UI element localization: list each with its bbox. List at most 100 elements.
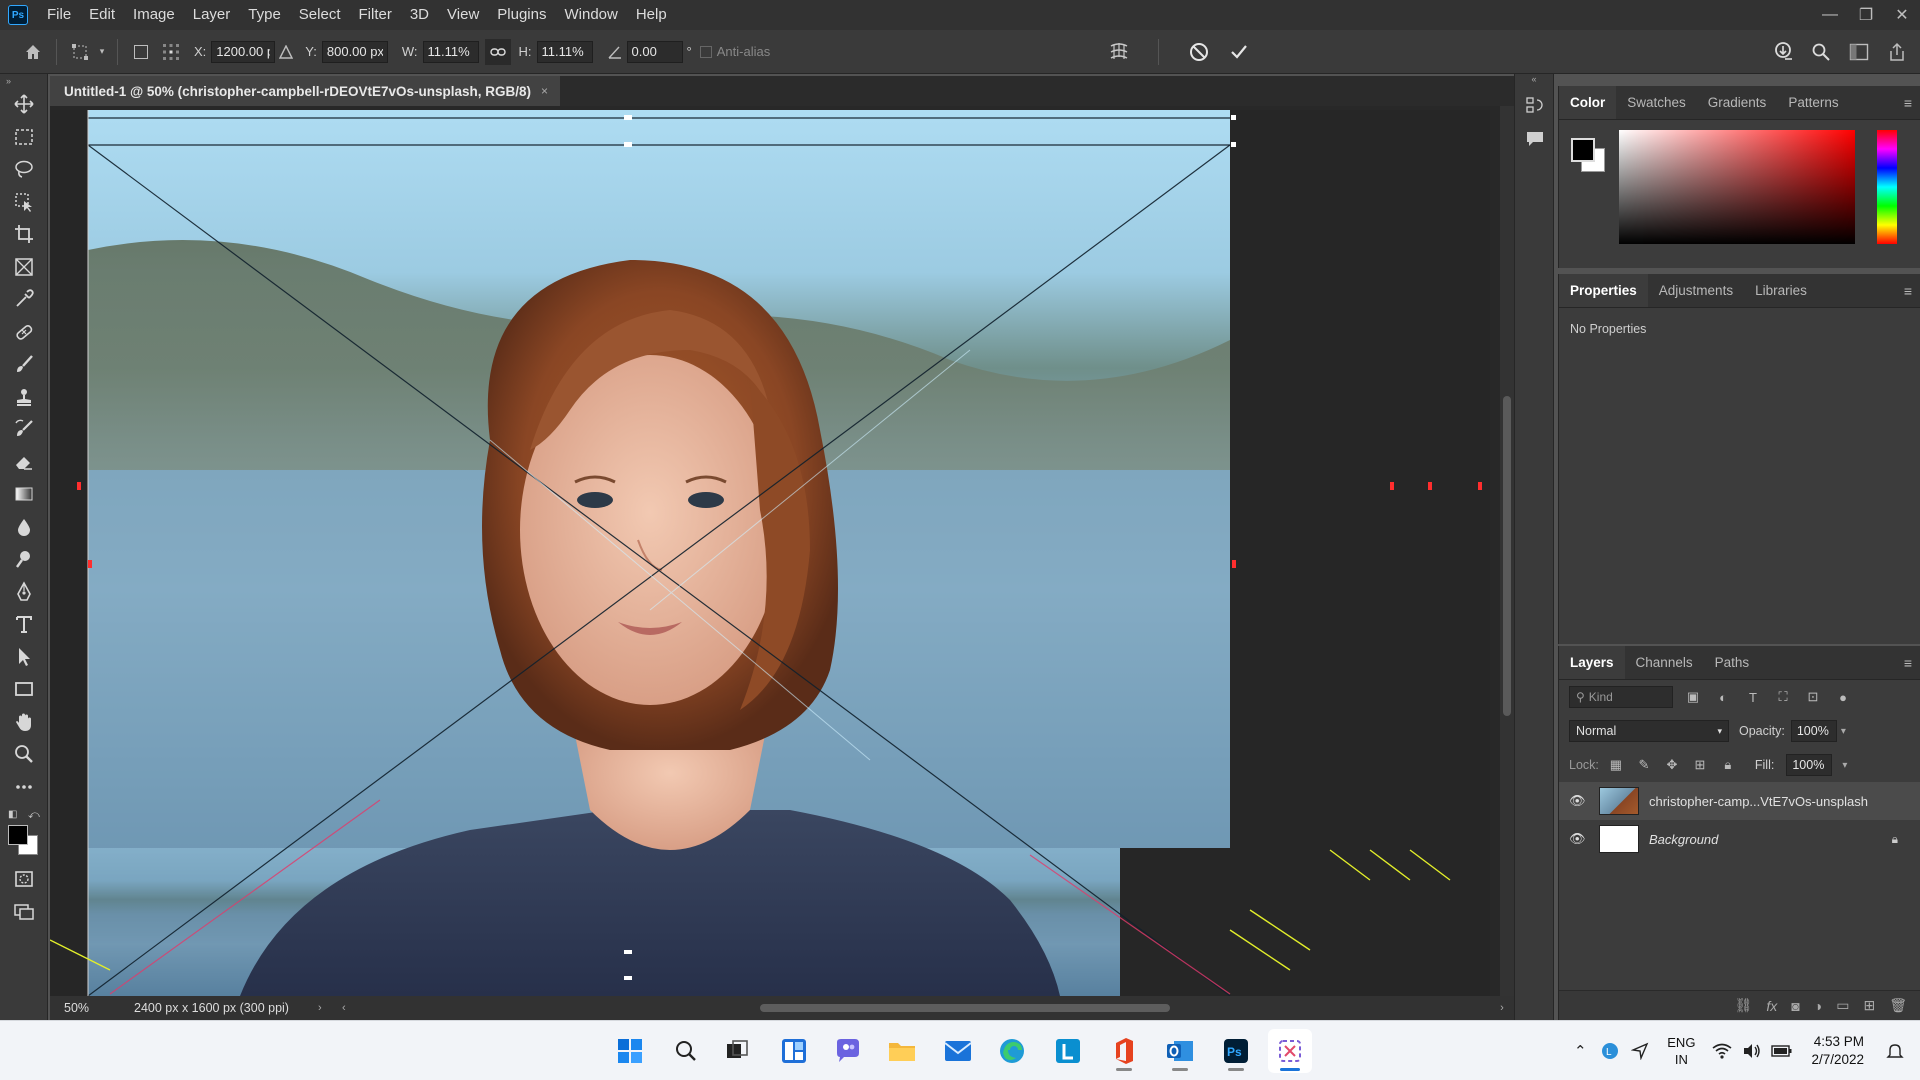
crop-tool-icon[interactable]	[0, 218, 48, 251]
menu-plugins[interactable]: Plugins	[488, 0, 555, 30]
opacity-field[interactable]: 100%	[1790, 720, 1837, 742]
menu-file[interactable]: File	[38, 0, 80, 30]
gradient-tool-icon[interactable]	[0, 478, 48, 511]
menu-image[interactable]: Image	[124, 0, 184, 30]
layer-name[interactable]: christopher-camp...VtE7vOs-unsplash	[1649, 794, 1868, 809]
menu-help[interactable]: Help	[627, 0, 676, 30]
menu-3d[interactable]: 3D	[401, 0, 438, 30]
menu-select[interactable]: Select	[290, 0, 350, 30]
adjustment-layer-icon[interactable]: ◑	[1814, 998, 1822, 1014]
filter-adjustment-icon[interactable]: ◐	[1713, 687, 1733, 707]
tab-adjustments[interactable]: Adjustments	[1648, 274, 1744, 307]
chat-icon[interactable]	[826, 1029, 870, 1073]
snipping-tool-icon[interactable]	[1268, 1029, 1312, 1073]
frame-tool-icon[interactable]	[0, 251, 48, 284]
chevron-up-icon[interactable]: ⌃	[1565, 1042, 1595, 1060]
commit-transform-icon[interactable]	[1224, 37, 1254, 67]
filter-type-icon[interactable]: T	[1743, 687, 1763, 707]
lock-transparent-icon[interactable]: ▦	[1605, 755, 1627, 775]
pen-tool-icon[interactable]	[0, 576, 48, 609]
canvas-photo[interactable]	[50, 110, 1490, 996]
workspace-icon[interactable]	[1844, 37, 1874, 67]
tab-patterns[interactable]: Patterns	[1777, 86, 1849, 119]
app-l-icon[interactable]	[1046, 1029, 1090, 1073]
brush-tool-icon[interactable]	[0, 348, 48, 381]
path-selection-tool-icon[interactable]	[0, 641, 48, 674]
cancel-transform-icon[interactable]	[1184, 37, 1214, 67]
type-tool-icon[interactable]	[0, 608, 48, 641]
quick-mask-icon[interactable]	[0, 863, 48, 896]
scroll-right-icon[interactable]: ›	[1490, 1002, 1514, 1014]
chevron-down-icon[interactable]: ▾	[1842, 760, 1847, 771]
vertical-scroll-thumb[interactable]	[1503, 396, 1511, 716]
tab-libraries[interactable]: Libraries	[1744, 274, 1818, 307]
file-explorer-icon[interactable]	[880, 1029, 924, 1073]
panel-menu-icon[interactable]: ≡	[1904, 86, 1912, 120]
vertical-scrollbar[interactable]	[1500, 106, 1514, 996]
search-icon[interactable]	[1806, 37, 1836, 67]
tab-swatches[interactable]: Swatches	[1616, 86, 1697, 119]
hand-tool-icon[interactable]	[0, 706, 48, 739]
search-icon[interactable]	[664, 1029, 708, 1073]
swap-colors-icon[interactable]: ⤺	[28, 809, 40, 822]
rectangle-tool-icon[interactable]	[0, 673, 48, 706]
history-panel-icon[interactable]	[1515, 88, 1555, 122]
input-language[interactable]: ENG IN	[1667, 1034, 1695, 1068]
onedrive-icon[interactable]: L	[1595, 1042, 1625, 1060]
lock-image-icon[interactable]: ✎	[1633, 755, 1655, 775]
layer-row[interactable]: 👁︎ christopher-camp...VtE7vOs-unsplash	[1559, 782, 1920, 820]
outlook-icon[interactable]	[1158, 1029, 1202, 1073]
new-group-icon[interactable]: ▭	[1836, 997, 1849, 1014]
filter-smart-object-icon[interactable]: ⊡	[1803, 687, 1823, 707]
battery-icon[interactable]	[1767, 1044, 1797, 1058]
visibility-eye-icon[interactable]: 👁︎	[1569, 793, 1593, 809]
link-layers-icon[interactable]: ⛓	[1735, 997, 1753, 1014]
zoom-level[interactable]: 50%	[50, 1001, 108, 1015]
document-info[interactable]: 2400 px x 1600 px (300 ppi)	[108, 1001, 318, 1015]
object-selection-tool-icon[interactable]	[0, 186, 48, 219]
link-aspect-icon[interactable]	[484, 38, 511, 65]
tab-layers[interactable]: Layers	[1559, 646, 1625, 679]
eyedropper-tool-icon[interactable]	[0, 283, 48, 316]
relative-position-icon[interactable]	[275, 37, 297, 67]
color-picker-field[interactable]	[1619, 130, 1855, 244]
tab-properties[interactable]: Properties	[1559, 274, 1648, 307]
x-position-field[interactable]	[211, 40, 276, 63]
mail-icon[interactable]	[936, 1029, 980, 1073]
panel-menu-icon[interactable]: ≡	[1904, 646, 1912, 680]
chevron-down-icon[interactable]: ▾	[95, 37, 109, 67]
lasso-tool-icon[interactable]	[0, 153, 48, 186]
new-layer-icon[interactable]: ⊞	[1863, 997, 1875, 1014]
share-icon[interactable]	[1882, 37, 1912, 67]
task-view-icon[interactable]	[715, 1029, 759, 1073]
blur-tool-icon[interactable]	[0, 511, 48, 544]
menu-edit[interactable]: Edit	[80, 0, 124, 30]
edge-browser-icon[interactable]	[990, 1029, 1034, 1073]
healing-brush-tool-icon[interactable]	[0, 316, 48, 349]
filter-kind-select[interactable]: ⚲ Kind	[1569, 686, 1673, 708]
photoshop-icon[interactable]: Ps	[1214, 1029, 1258, 1073]
reference-point-checkbox[interactable]	[126, 37, 156, 67]
layer-row[interactable]: 👁︎ Background 🔒︎	[1559, 820, 1920, 858]
tab-gradients[interactable]: Gradients	[1697, 86, 1778, 119]
volume-icon[interactable]	[1737, 1043, 1767, 1059]
menu-filter[interactable]: Filter	[350, 0, 401, 30]
tab-color[interactable]: Color	[1559, 86, 1617, 119]
transform-tool-icon[interactable]	[65, 37, 95, 67]
dodge-tool-icon[interactable]	[0, 543, 48, 576]
collapse-toolbar-icon[interactable]: »	[0, 74, 47, 88]
filter-pixel-icon[interactable]: ▣	[1683, 687, 1703, 707]
zoom-tool-icon[interactable]	[0, 738, 48, 771]
collapse-dock-icon[interactable]: «	[1515, 74, 1553, 88]
windows-start-icon[interactable]	[608, 1029, 652, 1073]
menu-view[interactable]: View	[438, 0, 488, 30]
marquee-tool-icon[interactable]	[0, 121, 48, 154]
add-mask-icon[interactable]: ◙	[1791, 998, 1799, 1014]
restore-button[interactable]: ❐	[1848, 0, 1884, 30]
location-icon[interactable]	[1625, 1042, 1655, 1060]
horizontal-scrollbar[interactable]	[362, 1001, 1490, 1015]
eraser-tool-icon[interactable]	[0, 446, 48, 479]
delete-layer-icon[interactable]: 🗑︎	[1889, 997, 1907, 1014]
close-document-icon[interactable]: ×	[541, 84, 548, 98]
clone-stamp-tool-icon[interactable]	[0, 381, 48, 414]
